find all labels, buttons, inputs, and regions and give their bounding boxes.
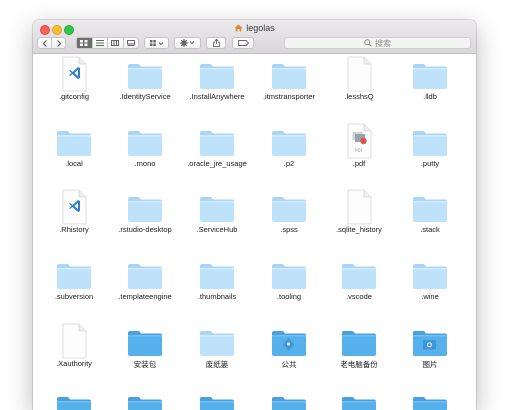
file-name-label: .sqlite_history <box>336 225 382 234</box>
folder-icon <box>56 395 92 410</box>
folder-icon <box>199 195 235 228</box>
window-title-text: legolas <box>246 23 275 33</box>
home-folder-icon <box>234 24 243 34</box>
folder-icon <box>127 129 163 162</box>
back-forward-control <box>37 37 66 49</box>
folder-icon <box>271 262 307 295</box>
tag-icon <box>237 40 249 46</box>
public-folder-icon <box>271 329 307 362</box>
file-name-label: .tooling <box>276 292 302 301</box>
share-icon <box>212 39 220 47</box>
file-name-label: .templateengine <box>118 292 172 301</box>
file-name-label: .ServiceHub <box>196 225 238 234</box>
file-name-label: .vscode <box>346 292 372 301</box>
icon-view-button[interactable] <box>77 38 93 48</box>
finder-window: legolas 搜索 .gitconfig .IdentityService .… <box>33 20 476 410</box>
file-name-label: 老电脑备份 <box>340 360 378 369</box>
file-name-label: .local <box>65 159 83 168</box>
file-name-label: .rstudio-desktop <box>118 225 172 234</box>
list-view-button[interactable] <box>93 38 108 48</box>
file-name-label: .gitconfig <box>58 92 90 101</box>
arrange-icon <box>149 39 163 46</box>
folder-icon <box>199 329 235 362</box>
folder-icon <box>412 129 448 162</box>
window-title: legolas <box>33 23 476 34</box>
forward-button[interactable] <box>52 38 65 48</box>
file-name-label: .stack <box>420 225 440 234</box>
search-icon <box>364 39 372 47</box>
folder-icon <box>271 62 307 95</box>
file-name-label: 图片 <box>422 360 438 369</box>
file-name-label: .Xauthority <box>56 359 92 368</box>
vscode-document-icon <box>59 56 89 97</box>
folder-icon <box>127 62 163 95</box>
file-name-label: .Rhistory <box>59 225 89 234</box>
vscode-document-icon <box>59 189 89 230</box>
file-name-label: .lldb <box>423 92 437 101</box>
folder-icon <box>56 262 92 295</box>
pictures-folder-icon <box>412 329 448 362</box>
folder-icon <box>341 395 377 410</box>
folder-icon <box>127 329 163 362</box>
folder-icon <box>271 129 307 162</box>
pdf-document-icon: PDF <box>344 123 374 164</box>
search-field[interactable]: 搜索 <box>284 37 471 49</box>
arrange-menu-button[interactable] <box>144 37 169 49</box>
document-icon <box>344 56 374 97</box>
folder-icon <box>199 62 235 95</box>
folder-icon <box>127 395 163 410</box>
folder-icon <box>271 395 307 410</box>
icon-view-icon <box>80 40 88 46</box>
folder-icon <box>412 262 448 295</box>
file-name-label: .thumbnails <box>197 292 237 301</box>
column-view-icon <box>111 40 120 46</box>
file-name-label: .oracle_jre_usage <box>187 159 247 168</box>
file-name-label: .p2 <box>283 159 295 168</box>
view-mode-control <box>76 37 139 49</box>
chevron-right-icon <box>56 39 61 47</box>
share-button[interactable] <box>206 37 226 49</box>
file-name-label: .mono <box>134 159 156 168</box>
file-name-label: .lesshsQ <box>344 92 374 101</box>
gear-icon <box>180 39 195 47</box>
folder-icon <box>127 262 163 295</box>
file-name-label: .InstallAnywhere <box>189 92 245 101</box>
gallery-view-icon <box>126 40 135 46</box>
search-placeholder: 搜索 <box>375 38 391 48</box>
folder-icon <box>271 195 307 228</box>
file-name-label: .subversion <box>54 292 94 301</box>
document-icon <box>344 189 374 230</box>
file-name-label: .pdf <box>352 159 366 168</box>
list-view-icon <box>95 40 104 46</box>
folder-icon <box>412 395 448 410</box>
folder-icon <box>412 62 448 95</box>
file-name-label: .wine <box>421 292 439 301</box>
document-icon <box>59 323 89 364</box>
file-name-label: 安装包 <box>133 360 157 369</box>
folder-icon <box>341 329 377 362</box>
column-view-button[interactable] <box>108 38 124 48</box>
file-name-label: .putty <box>420 159 440 168</box>
file-name-label: .spss <box>280 225 298 234</box>
folder-icon <box>199 395 235 410</box>
folder-icon <box>127 195 163 228</box>
file-name-label: 废纸篓 <box>205 360 229 369</box>
file-name-label: 公共 <box>281 360 297 369</box>
chevron-left-icon <box>42 39 47 47</box>
action-menu-button[interactable] <box>174 37 201 49</box>
file-grid: .gitconfig .IdentityService .InstallAnywhe… <box>33 54 476 410</box>
folder-icon <box>412 195 448 228</box>
back-button[interactable] <box>38 38 52 48</box>
svg-text:PDF: PDF <box>355 148 363 153</box>
file-name-label: .itmstransporter <box>262 92 316 101</box>
tag-button[interactable] <box>232 37 254 49</box>
folder-icon <box>56 129 92 162</box>
file-name-label: .IdentityService <box>119 92 171 101</box>
folder-icon <box>199 129 235 162</box>
gallery-view-button[interactable] <box>124 38 139 48</box>
folder-icon <box>199 262 235 295</box>
folder-icon <box>341 262 377 295</box>
title-bar: legolas 搜索 <box>33 20 476 54</box>
